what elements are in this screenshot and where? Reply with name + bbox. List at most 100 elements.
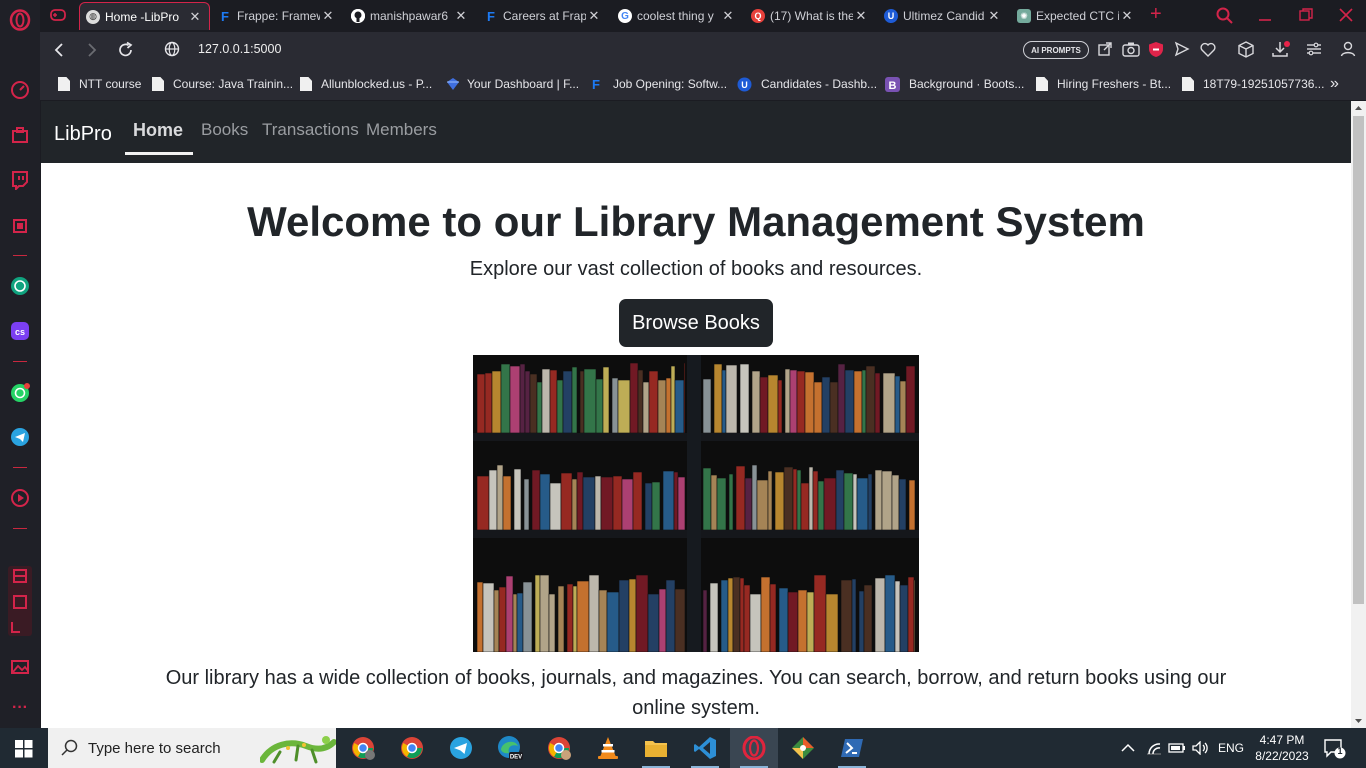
nav-books[interactable]: Books (201, 120, 248, 140)
search-icon[interactable] (1216, 7, 1234, 30)
quora-icon: Q (751, 9, 765, 23)
download-icon[interactable] (1272, 41, 1290, 63)
bookmark-label: Course: Java Trainin... (173, 77, 294, 91)
bookmark-job-opening[interactable]: F Job Opening: Softw... (592, 75, 727, 93)
language-indicator[interactable]: ENG (1218, 728, 1244, 768)
adblock-shield-icon[interactable] (1148, 41, 1164, 63)
share-icon[interactable] (1097, 41, 1113, 62)
bookmark-allunblocked[interactable]: Allunblocked.us - P... (300, 75, 432, 93)
workspaces-icon[interactable] (8, 123, 32, 147)
url-text[interactable]: 127.0.0.1:5000 (198, 42, 281, 56)
browse-books-button[interactable]: Browse Books (619, 299, 773, 347)
minimize-icon[interactable] (1258, 7, 1272, 30)
tab-careers-frappe[interactable]: F Careers at Frap ✕ (478, 2, 608, 30)
close-tab-icon[interactable]: ✕ (1119, 8, 1135, 24)
tab-label: Careers at Frap (503, 9, 586, 23)
nav-members[interactable]: Members (366, 120, 437, 140)
page-title: Welcome to our Library Management System (247, 198, 1145, 245)
network-icon[interactable] (1146, 728, 1162, 768)
taskbar-edge-dev-icon[interactable]: DEV (486, 728, 534, 768)
frappe-icon: F (487, 8, 495, 24)
close-tab-icon[interactable]: ✕ (453, 8, 469, 24)
extensions-cube-icon[interactable] (1238, 41, 1254, 63)
taskbar-search-placeholder: Type here to search (88, 740, 221, 757)
heart-icon[interactable] (1200, 42, 1216, 62)
nav-home[interactable]: Home (133, 120, 183, 141)
chatgpt-icon: ✺ (1017, 9, 1031, 23)
volume-icon[interactable] (1192, 728, 1210, 768)
chatgpt-icon[interactable] (8, 274, 32, 298)
notification-center-icon[interactable]: 1 (1324, 739, 1346, 764)
tab-google-search[interactable]: G coolest thing y ✕ (612, 2, 742, 30)
clock[interactable]: 4:47 PM 8/22/2023 (1250, 730, 1314, 766)
taskbar-telegram-icon[interactable] (437, 728, 485, 768)
telegram-icon[interactable] (8, 425, 32, 449)
nav-transactions[interactable]: Transactions (262, 120, 359, 140)
page-subtitle: Explore our vast collection of books and… (469, 258, 923, 280)
tab-ultimez[interactable]: U Ultimez Candid ✕ (878, 2, 1008, 30)
windows-start-icon[interactable] (15, 740, 33, 763)
ai-prompts-button[interactable]: AI PROMPTS (1023, 41, 1089, 59)
site-info-globe-icon[interactable] (164, 41, 180, 62)
forward-icon[interactable] (85, 42, 99, 63)
close-tab-icon[interactable]: ✕ (853, 8, 869, 24)
send-icon[interactable] (1174, 41, 1190, 62)
bookmark-bootstrap-background[interactable]: B Background · Boots... (885, 75, 1024, 93)
brand-logo[interactable]: LibPro (54, 123, 112, 146)
taskbar-chrome-icon[interactable] (388, 728, 436, 768)
notification-count: 1 (1337, 746, 1343, 756)
speed-dial-icon[interactable] (8, 78, 32, 102)
restore-icon[interactable] (1299, 8, 1313, 27)
more-icon[interactable]: ··· (8, 696, 32, 720)
scrollbar-thumb[interactable] (1353, 116, 1364, 604)
account-icon[interactable] (1340, 41, 1356, 62)
clock-date: 8/22/2023 (1255, 749, 1309, 763)
tab-home-libpro[interactable]: ◍ Home -LibPro ✕ (79, 2, 210, 30)
close-tab-icon[interactable]: ✕ (986, 8, 1002, 24)
close-tab-icon[interactable]: ✕ (320, 8, 336, 24)
taskbar-chrome-profile-2-icon[interactable] (535, 728, 583, 768)
gallery-icon[interactable] (8, 655, 32, 679)
new-tab-button[interactable]: + (1150, 3, 1162, 26)
tab-quora[interactable]: Q (17) What is the ✕ (745, 2, 875, 30)
whatsapp-icon[interactable] (8, 381, 32, 405)
bookmarks-overflow-button[interactable]: » (1330, 75, 1339, 93)
gamepad-icon[interactable] (50, 8, 66, 27)
twitch-icon[interactable] (8, 168, 32, 192)
tab-chatgpt[interactable]: ✺ Expected CTC i ✕ (1011, 2, 1141, 30)
taskbar-git-tool-icon[interactable] (779, 728, 827, 768)
easy-setup-icon[interactable] (1306, 42, 1322, 61)
close-tab-icon[interactable]: ✕ (187, 9, 203, 25)
bookmark-your-dashboard[interactable]: Your Dashboard | F... (446, 75, 579, 93)
taskbar-opera-icon[interactable] (730, 728, 778, 768)
camera-icon[interactable] (1122, 41, 1140, 62)
taskbar-chrome-profile-icon[interactable] (339, 728, 387, 768)
reload-icon[interactable] (117, 41, 135, 64)
show-hidden-icons-icon[interactable] (1121, 728, 1135, 768)
bookmark-java-course[interactable]: Course: Java Trainin... (152, 75, 293, 93)
tab-frappe-framework[interactable]: F Frappe: Framew ✕ (212, 2, 342, 30)
opera-logo-icon[interactable] (8, 8, 32, 32)
taskbar-powershell-icon[interactable] (828, 728, 876, 768)
battery-icon[interactable] (1168, 728, 1186, 768)
back-icon[interactable] (52, 42, 66, 63)
close-window-icon[interactable] (1339, 8, 1353, 27)
player-icon[interactable] (8, 486, 32, 510)
chip-icon[interactable] (8, 214, 32, 238)
chatsonic-icon[interactable]: cs (8, 319, 32, 343)
tab-label: Ultimez Candid (903, 9, 985, 23)
close-tab-icon[interactable]: ✕ (720, 8, 736, 24)
address-bar: 127.0.0.1:5000 AI PROMPTS (40, 32, 1366, 68)
windows-taskbar: Type here to search DEV ENG 4:47 PM 8/22… (0, 728, 1366, 768)
bookmark-hiring-freshers[interactable]: Hiring Freshers - Bt... (1036, 75, 1171, 93)
bookmark-18t79[interactable]: 18T79-19251057736... (1182, 75, 1324, 93)
taskbar-vscode-icon[interactable] (681, 728, 729, 768)
sidebar-divider (13, 255, 27, 256)
bookmark-candidates-dashboard[interactable]: U Candidates - Dashb... (737, 75, 877, 93)
taskbar-search-box[interactable]: Type here to search (48, 728, 336, 768)
taskbar-vlc-icon[interactable] (584, 728, 632, 768)
tab-github[interactable]: manishpawar6 ✕ (345, 2, 475, 30)
close-tab-icon[interactable]: ✕ (586, 8, 602, 24)
taskbar-file-explorer-icon[interactable] (632, 728, 680, 768)
bookmark-ntt-course[interactable]: NTT course (58, 75, 141, 93)
